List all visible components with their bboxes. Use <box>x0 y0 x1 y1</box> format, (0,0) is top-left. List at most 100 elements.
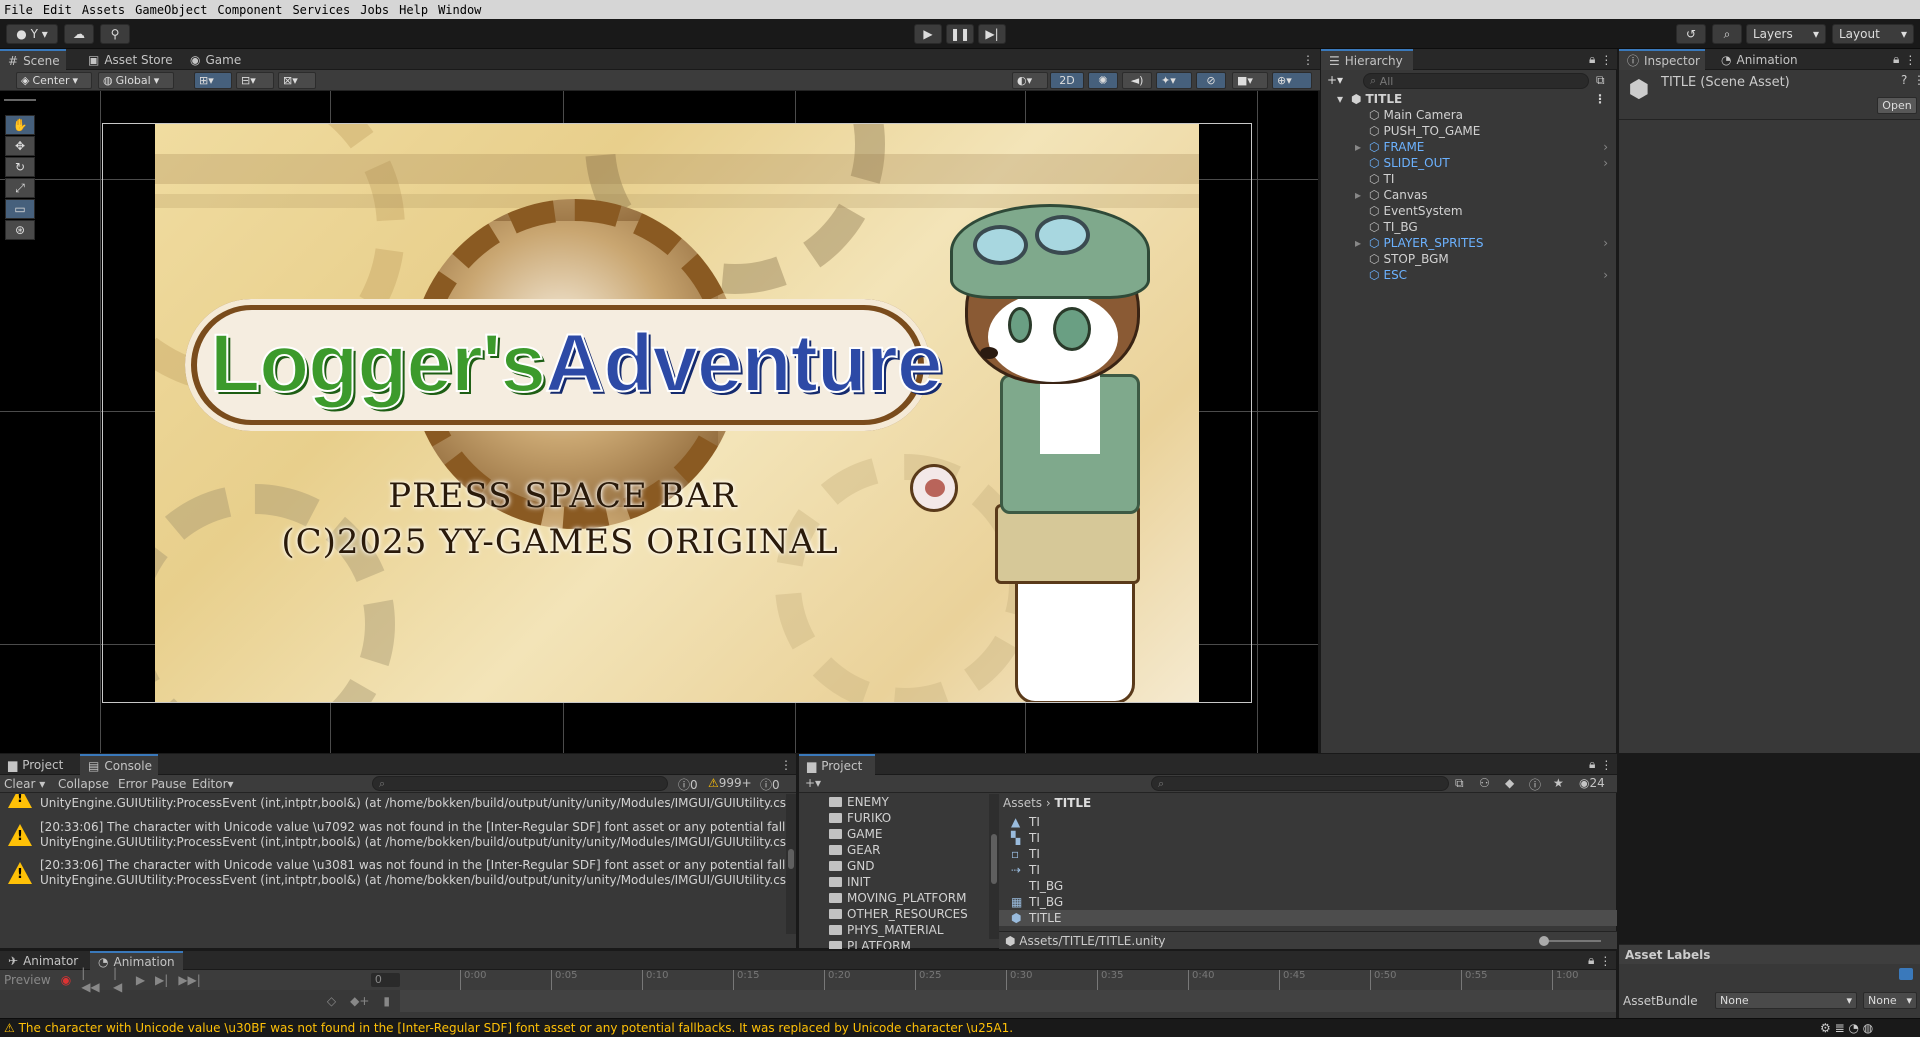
console-search-input[interactable]: ⌕ <box>372 776 668 791</box>
tab-hierarchy[interactable]: ☰ Hierarchy <box>1321 49 1413 70</box>
chevron-right-icon[interactable]: › <box>1603 236 1608 250</box>
progress-icon[interactable]: ◔ <box>1848 1021 1862 1035</box>
console-log-row[interactable]: [20:33:06] The character with Unicode va… <box>0 854 786 892</box>
tab-inspector[interactable]: ⓘ Inspector <box>1619 49 1705 70</box>
tab-game[interactable]: ◉ Game <box>182 49 249 70</box>
grid-snap-button[interactable]: ⊞▾ <box>194 72 232 89</box>
expand-arrow-icon[interactable]: ▸ <box>1355 188 1361 202</box>
error-pause-toggle[interactable]: Error Pause <box>118 777 186 791</box>
folder-scrollbar[interactable] <box>989 794 999 939</box>
console-log-row[interactable]: [20:33:06] The character with Unicode va… <box>0 816 786 854</box>
layout-dropdown[interactable]: Layout ▾ <box>1832 24 1914 44</box>
tab-asset-store[interactable]: ▣ Asset Store <box>80 49 181 70</box>
console-log-list[interactable]: UnityEngine.GUIUtility:ProcessEvent (int… <box>0 794 786 934</box>
tab-scene[interactable]: # Scene <box>0 49 66 70</box>
tag-icon[interactable] <box>1899 968 1913 980</box>
scene-menu-button[interactable]: ⋮ <box>1294 49 1322 70</box>
scrollbar-thumb[interactable] <box>991 834 997 884</box>
2d-toggle[interactable]: 2D <box>1050 72 1084 89</box>
align-button[interactable]: ⊠▾ <box>278 72 316 89</box>
menu-help[interactable]: Help <box>399 3 428 17</box>
hierarchy-item[interactable]: ▸ ⬡ Canvas <box>1321 187 1616 203</box>
add-event-icon[interactable]: ◆+ <box>350 994 369 1008</box>
move-tool[interactable]: ✥ <box>5 136 35 156</box>
folder-item[interactable]: GEAR <box>799 842 880 858</box>
layers-dropdown[interactable]: Layers ▾ <box>1746 24 1826 44</box>
hierarchy-item[interactable]: ▸ ⬡ PLAYER_SPRITES › <box>1321 235 1616 251</box>
folder-item[interactable]: OTHER_RESOURCES <box>799 906 968 922</box>
create-asset-button[interactable]: +▾ <box>805 776 821 790</box>
error-count-toggle[interactable]: ⓘ0 <box>760 776 780 793</box>
project-search-input[interactable]: ⌕ <box>1151 776 1449 791</box>
open-button[interactable]: Open <box>1877 97 1917 114</box>
scene-viewport[interactable]: Logger's Adventure PRESS SPACE BAR (C)20… <box>0 91 1318 753</box>
preview-toggle[interactable]: Preview <box>4 973 51 987</box>
hierarchy-item[interactable]: ⬡ EventSystem <box>1321 203 1616 219</box>
asset-bundle-dropdown[interactable]: None ▾ <box>1715 992 1857 1009</box>
asset-item[interactable]: ▦ TI_BG <box>999 894 1617 910</box>
clear-button[interactable]: Clear ▾ <box>4 777 45 791</box>
folder-item[interactable]: ENEMY <box>799 794 889 810</box>
hierarchy-item[interactable]: ⬡ Main Camera <box>1321 107 1616 123</box>
asset-item[interactable]: ▚ TI <box>999 830 1617 846</box>
animation-menu-button[interactable]: 🔒︎ ⋮ <box>1580 951 1619 970</box>
scrollbar-thumb[interactable] <box>788 849 794 869</box>
hierarchy-item[interactable]: ⬡ SLIDE_OUT › <box>1321 155 1616 171</box>
audio-toggle[interactable]: ◄) <box>1122 72 1152 89</box>
search-type-button[interactable]: ⧉ <box>1455 776 1464 791</box>
filter-type-button[interactable]: ⚇ <box>1479 776 1490 790</box>
hierarchy-search-input[interactable]: ⌕ All <box>1363 73 1589 89</box>
menu-file[interactable]: File <box>4 3 33 17</box>
console-scrollbar[interactable] <box>786 794 796 934</box>
project-folder-tree[interactable]: ENEMY FURIKO GAME GEAR GND INIT MOVING_PLATFOR… <box>799 794 989 949</box>
search-button[interactable]: ⌕ <box>1712 24 1742 44</box>
increment-snap-button[interactable]: ⊟▾ <box>236 72 274 89</box>
asset-item[interactable]: ⬢ TITLE <box>999 910 1617 926</box>
tab-animation-window[interactable]: ◔ Animation <box>90 951 183 970</box>
camera-button[interactable]: ■▾ <box>1232 72 1268 89</box>
asset-variant-dropdown[interactable]: None ▾ <box>1863 992 1917 1009</box>
collab-button[interactable]: ⚲ <box>100 24 130 44</box>
hierarchy-item[interactable]: ⬡ PUSH_TO_GAME <box>1321 123 1616 139</box>
chevron-right-icon[interactable]: › <box>1603 268 1608 282</box>
settings-icon[interactable]: ⋮ <box>1913 73 1920 87</box>
inspector-menu-button[interactable]: 🔒︎ ⋮ <box>1885 49 1920 70</box>
tab-animation[interactable]: ◔ Animation <box>1713 49 1806 70</box>
next-key-icon[interactable]: ▶| <box>155 973 168 987</box>
tab-project-browser[interactable]: ▆ Project <box>799 754 875 775</box>
folder-item[interactable]: PHYS_MATERIAL <box>799 922 944 938</box>
folder-item[interactable]: MOVING_PLATFORM <box>799 890 966 906</box>
warning-count-toggle[interactable]: ⚠999+ <box>708 776 752 790</box>
menu-assets[interactable]: Assets <box>82 3 125 17</box>
project-asset-list[interactable]: ▲ TI ▚ TI ▫ TI ⇢ TI TI_BG ▦ TI_BG ⬢ TITLE <box>999 814 1617 929</box>
asset-item[interactable]: TI_BG <box>999 878 1617 894</box>
hierarchy-item[interactable]: ⬡ TI <box>1321 171 1616 187</box>
project-menu-button[interactable]: 🔒︎ ⋮ <box>1581 754 1620 775</box>
asset-item[interactable]: ▲ TI <box>999 814 1617 830</box>
asset-item[interactable]: ▫ TI <box>999 846 1617 862</box>
zoom-slider[interactable] <box>1539 936 1601 946</box>
account-button[interactable]: ● Y ▾ <box>6 24 58 44</box>
play-icon[interactable]: ▶ <box>136 973 145 987</box>
menu-window[interactable]: Window <box>438 3 481 17</box>
hierarchy-item[interactable]: ▸ ⬡ FRAME › <box>1321 139 1616 155</box>
breadcrumb-assets[interactable]: Assets <box>1003 796 1042 810</box>
console-menu-button[interactable]: ⋮ <box>772 754 800 775</box>
favorites-button[interactable]: ★ <box>1553 776 1564 790</box>
menu-services[interactable]: Services <box>292 3 350 17</box>
hierarchy-menu-button[interactable]: 🔒︎ ⋮ <box>1581 49 1620 70</box>
gizmos-button[interactable]: ⊕▾ <box>1272 72 1312 89</box>
hand-tool[interactable]: ✋ <box>5 115 35 135</box>
hierarchy-item[interactable]: ⬡ STOP_BGM <box>1321 251 1616 267</box>
create-button[interactable]: +▾ <box>1327 73 1355 89</box>
scale-tool[interactable]: ⤢ <box>5 178 35 198</box>
zoom-slider-thumb[interactable] <box>1539 936 1549 946</box>
asset-item[interactable]: ⇢ TI <box>999 862 1617 878</box>
hierarchy-item[interactable]: ⬡ ESC › <box>1321 267 1616 283</box>
cloud-button[interactable]: ☁ <box>64 24 94 44</box>
scene-filter-button[interactable]: ⧉ <box>1596 73 1605 88</box>
play-button[interactable]: ▶ <box>914 24 942 44</box>
editor-dropdown[interactable]: Editor▾ <box>192 777 234 791</box>
history-button[interactable]: ↺ <box>1676 24 1706 44</box>
info-count-toggle[interactable]: ⓘ0 <box>678 776 698 793</box>
